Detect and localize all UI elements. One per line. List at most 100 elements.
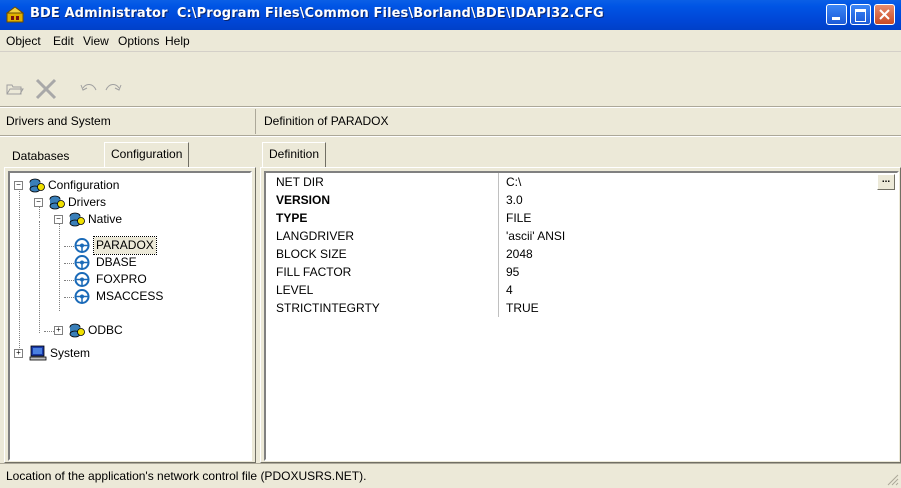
tree-item-system[interactable]: + System [14, 345, 214, 362]
status-bar: Location of the application's network co… [0, 463, 901, 488]
close-icon [879, 9, 890, 20]
database-icon [69, 323, 85, 338]
definition-row-level[interactable]: LEVEL 4 [266, 281, 897, 299]
tree-item-native[interactable]: − Native [54, 211, 214, 228]
window-title-path: C:\Program Files\Common Files\Borland\BD… [176, 6, 604, 21]
property-value[interactable]: 4 [506, 281, 513, 299]
menu-view[interactable]: View [83, 34, 109, 48]
expand-icon[interactable]: + [14, 349, 23, 358]
maximize-icon [855, 9, 866, 22]
minimize-icon [832, 17, 840, 20]
driver-icon [74, 289, 90, 304]
resize-grip-icon[interactable] [887, 474, 899, 486]
tree-line [19, 187, 20, 354]
tree-label: FOXPRO [96, 272, 147, 286]
right-pane-header-text: Definition of PARADOX [264, 114, 389, 128]
property-name: LEVEL [276, 283, 314, 297]
property-name: TYPE [276, 211, 308, 225]
tree-item-dbase[interactable]: DBASE [74, 254, 224, 271]
tab-databases-label: Databases [12, 149, 70, 163]
expand-icon[interactable]: + [54, 326, 63, 335]
property-name: FILL FACTOR [276, 265, 352, 279]
menu-edit[interactable]: Edit [53, 34, 74, 48]
definition-row-version[interactable]: VERSION 3.0 [266, 191, 897, 209]
property-name: VERSION [276, 193, 331, 207]
toolbar [0, 52, 901, 106]
tree-item-configuration[interactable]: − Configuration [14, 177, 214, 194]
tab-configuration-label: Configuration [111, 147, 183, 161]
minimize-button[interactable] [826, 4, 847, 25]
definition-row-langdriver[interactable]: LANGDRIVER 'ascii' ANSI [266, 227, 897, 245]
property-name: BLOCK SIZE [276, 247, 347, 261]
window-title-app: BDE Administrator [30, 6, 168, 21]
tree-line [39, 221, 40, 333]
tab-definition-label: Definition [269, 147, 320, 161]
undo-icon[interactable] [80, 82, 98, 96]
property-name: LANGDRIVER [276, 229, 355, 243]
right-pane-header: Definition of PARADOX [258, 109, 901, 134]
close-button[interactable] [874, 4, 895, 25]
maximize-button[interactable] [850, 4, 871, 25]
definition-row-type[interactable]: TYPE FILE [266, 209, 897, 227]
definition-grid[interactable]: NET DIR C:\ ... VERSION 3.0 TYPE FILE LA… [264, 171, 899, 461]
toolbar-separator [0, 106, 901, 108]
property-value[interactable]: TRUE [506, 299, 539, 317]
collapse-icon[interactable]: − [34, 198, 43, 207]
window-title: BDE Administrator C:\Program Files\Commo… [30, 6, 604, 21]
header-separator [0, 135, 901, 137]
tree-item-odbc[interactable]: + ODBC [54, 322, 214, 339]
open-icon[interactable] [6, 82, 24, 96]
left-pane-header-text: Drivers and System [6, 114, 111, 128]
property-value[interactable]: C:\ [506, 173, 521, 191]
collapse-icon[interactable]: − [54, 215, 63, 224]
property-value[interactable]: 95 [506, 263, 519, 281]
menu-help[interactable]: Help [165, 34, 190, 48]
driver-icon [74, 238, 90, 253]
title-bar: BDE Administrator C:\Program Files\Commo… [0, 0, 901, 30]
definition-row-fill-factor[interactable]: FILL FACTOR 95 [266, 263, 897, 281]
definition-row-net-dir[interactable]: NET DIR C:\ ... [266, 173, 897, 191]
tree-label: Native [88, 212, 123, 226]
database-icon [69, 212, 85, 227]
tab-databases[interactable]: Databases [6, 145, 75, 167]
tree-item-foxpro[interactable]: FOXPRO [74, 271, 224, 288]
redo-icon[interactable] [104, 82, 122, 96]
definition-row-strictintegrty[interactable]: STRICTINTEGRTY TRUE [266, 299, 897, 317]
property-name: NET DIR [276, 175, 324, 189]
menu-object[interactable]: Object [6, 34, 41, 48]
status-text: Location of the application's network co… [6, 469, 367, 483]
definition-row-block-size[interactable]: BLOCK SIZE 2048 [266, 245, 897, 263]
tree-label: Drivers [68, 195, 106, 209]
tree-label: Configuration [48, 178, 120, 192]
menu-bar: Object Edit View Options Help [0, 30, 901, 52]
computer-icon [29, 345, 47, 361]
database-icon [29, 178, 45, 193]
database-icon [49, 195, 65, 210]
driver-icon [74, 255, 90, 270]
property-value[interactable]: 3.0 [506, 191, 523, 209]
tab-configuration[interactable]: Configuration [104, 142, 190, 168]
delete-icon[interactable] [34, 78, 58, 100]
menu-options[interactable]: Options [118, 34, 159, 48]
property-value[interactable]: 2048 [506, 245, 533, 263]
tree-item-paradox[interactable]: PARADOX [74, 236, 224, 255]
tab-definition[interactable]: Definition [262, 142, 327, 168]
property-value[interactable]: 'ascii' ANSI [506, 227, 565, 245]
tree-line [64, 297, 74, 298]
collapse-icon[interactable]: − [14, 181, 23, 190]
property-value[interactable]: FILE [506, 209, 531, 227]
bde-app-icon [6, 6, 24, 23]
tree-line [59, 221, 60, 311]
tree-line [64, 246, 74, 247]
driver-icon [74, 272, 90, 287]
tree-item-drivers[interactable]: − Drivers [34, 194, 214, 211]
tree-label: DBASE [96, 255, 137, 269]
tree-view[interactable]: − Configuration − Drivers − Native PARAD… [8, 171, 252, 461]
tree-line [64, 263, 74, 264]
left-pane-header: Drivers and System [0, 109, 256, 134]
tree-label: PARADOX [93, 236, 157, 255]
tree-item-msaccess[interactable]: MSACCESS [74, 288, 224, 305]
tree-label: ODBC [88, 323, 123, 337]
tree-label: System [50, 346, 91, 360]
browse-button[interactable]: ... [877, 174, 895, 190]
